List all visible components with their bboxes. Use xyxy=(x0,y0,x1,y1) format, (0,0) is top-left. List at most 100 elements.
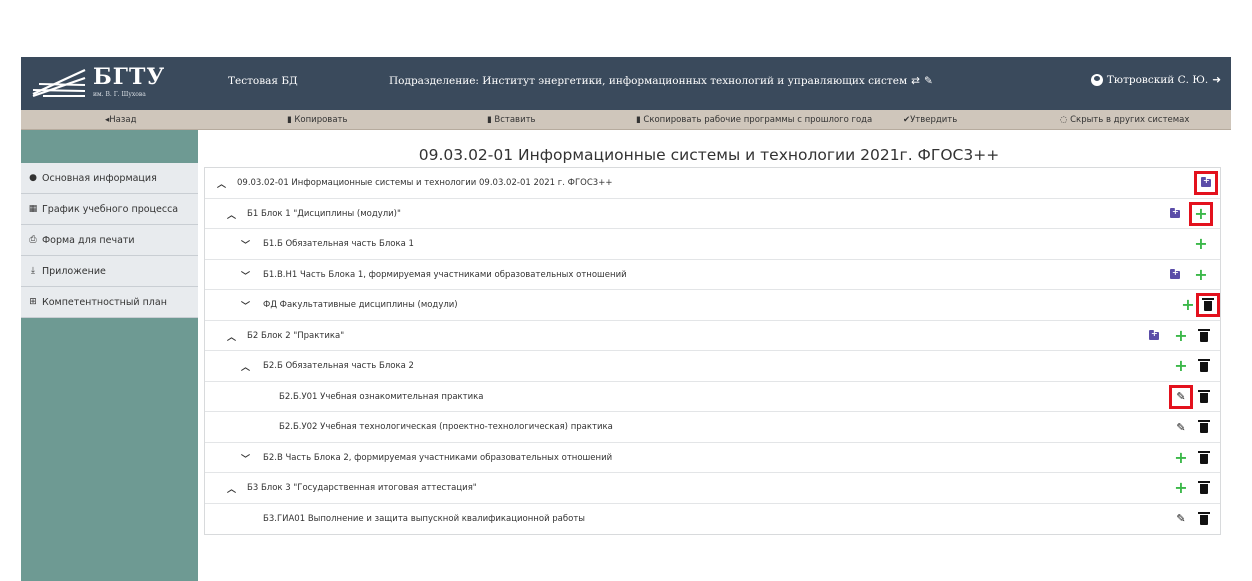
plus-icon: + xyxy=(1174,447,1188,467)
add-button[interactable]: + xyxy=(1174,447,1188,467)
swap-icon[interactable]: ⇄ xyxy=(911,75,920,87)
add-folder-button[interactable] xyxy=(1168,268,1182,282)
download-icon: ⤓ xyxy=(31,266,35,276)
table-icon: ⊞ xyxy=(29,297,37,307)
plus-icon: + xyxy=(1194,203,1208,223)
curriculum-tree: ︿ 09.03.02-01 Информационные системы и т… xyxy=(204,167,1221,535)
add-button[interactable]: + xyxy=(1194,266,1208,282)
app-window: БГТУ им. В. Г. Шухова Тестовая БД Подраз… xyxy=(21,57,1231,581)
chevron-up-icon[interactable]: ︿ xyxy=(217,177,226,190)
tree-row: ﹀ Б1.В.Н1 Часть Блока 1, формируемая уча… xyxy=(205,260,1220,290)
pencil-icon[interactable]: ✎ xyxy=(924,75,933,87)
add-button[interactable]: + xyxy=(1174,480,1188,496)
delete-button[interactable] xyxy=(1197,420,1211,434)
delete-button[interactable] xyxy=(1197,481,1211,495)
sidebar-item-competence-plan[interactable]: ⊞ Компетентностный план xyxy=(21,287,198,318)
tree-row: ︿ Б2 Блок 2 "Практика" + xyxy=(205,321,1220,351)
top-navbar: БГТУ им. В. Г. Шухова Тестовая БД Подраз… xyxy=(21,57,1231,110)
folder-plus-icon xyxy=(1170,268,1180,279)
add-button[interactable]: + xyxy=(1174,356,1188,375)
tree-row: ﹀ Б2.В Часть Блока 2, формируемая участн… xyxy=(205,443,1220,473)
pencil-icon: ✎ xyxy=(1176,390,1186,403)
tree-row-label: ФД Факультативные дисциплины (модули) xyxy=(263,300,458,310)
back-button[interactable]: ◂Назад xyxy=(105,115,136,125)
plus-icon: + xyxy=(1174,356,1188,375)
printer-icon: ⎙ xyxy=(29,235,37,245)
tree-row-label: 09.03.02-01 Информационные системы и тех… xyxy=(237,178,613,188)
edit-button[interactable]: ✎ xyxy=(1174,512,1188,526)
user-menu[interactable]: Тютровский С. Ю. ➜ xyxy=(1090,74,1221,86)
sidebar-item-label: Основная информация xyxy=(42,172,157,184)
chevron-down-icon[interactable]: ﹀ xyxy=(241,269,250,282)
plus-icon: + xyxy=(1194,234,1208,253)
chevron-up-icon[interactable]: ︿ xyxy=(227,208,236,221)
logo-name: БГТУ xyxy=(93,64,166,90)
tree-row-label: Б1.Б Обязательная часть Блока 1 xyxy=(263,239,414,249)
logo[interactable]: БГТУ им. В. Г. Шухова xyxy=(31,64,171,104)
tree-row: ︿ Б2.Б Обязательная часть Блока 2 + xyxy=(205,351,1220,382)
tree-row: ︿ Б1 Блок 1 "Дисциплины (модули)" + xyxy=(205,199,1220,229)
delete-button[interactable] xyxy=(1197,389,1211,404)
add-button[interactable]: + xyxy=(1189,201,1213,226)
delete-button[interactable] xyxy=(1197,328,1211,343)
add-folder-button[interactable] xyxy=(1147,329,1161,343)
add-button[interactable]: + xyxy=(1174,327,1188,343)
user-name: Тютровский С. Ю. xyxy=(1106,74,1209,86)
tree-row: Б2.Б.У01 Учебная ознакомительная практик… xyxy=(205,382,1220,412)
eye-slash-icon: ◌ xyxy=(1060,115,1071,125)
sidebar-item-label: Форма для печати xyxy=(42,234,135,246)
tree-row: ﹀ ФД Факультативные дисциплины (модули) … xyxy=(205,290,1220,321)
folder-plus-icon xyxy=(1170,207,1180,218)
tree-row: ﹀ Б1.Б Обязательная часть Блока 1 + xyxy=(205,229,1220,260)
approve-label: Утвердить xyxy=(910,115,958,125)
approve-button[interactable]: ✔Утвердить xyxy=(903,115,957,125)
logo-subtitle: им. В. Г. Шухова xyxy=(93,91,146,98)
edit-button[interactable]: ✎ xyxy=(1174,420,1188,434)
add-folder-button[interactable] xyxy=(1168,207,1182,221)
trash-icon xyxy=(1198,511,1210,525)
chevron-up-icon[interactable]: ︿ xyxy=(227,330,236,343)
trash-icon xyxy=(1202,298,1214,311)
tree-row-label: Б3.ГИА01 Выполнение и защита выпускной к… xyxy=(263,513,585,524)
info-circle-icon: ● xyxy=(29,173,37,183)
tree-row: Б2.Б.У02 Учебная технологическая (проект… xyxy=(205,412,1220,443)
copy-label: Копировать xyxy=(294,115,348,125)
sidebar-nav: ● Основная информация ▦ График учебного … xyxy=(21,163,198,318)
delete-button[interactable] xyxy=(1197,450,1211,465)
paste-button[interactable]: ▮ Вставить xyxy=(487,115,536,125)
trash-icon xyxy=(1198,389,1210,403)
user-circle-icon xyxy=(1090,74,1103,86)
delete-button[interactable] xyxy=(1197,359,1211,373)
add-folder-button[interactable] xyxy=(1194,171,1218,195)
logo-lines-icon xyxy=(32,69,86,98)
tree-row: Б3.ГИА01 Выполнение и защита выпускной к… xyxy=(205,504,1220,535)
logout-icon[interactable]: ➜ xyxy=(1212,74,1221,86)
tree-row: ︿ Б3 Блок 3 "Государственная итоговая ат… xyxy=(205,473,1220,504)
database-name[interactable]: Тестовая БД xyxy=(228,75,298,87)
edit-button[interactable]: ✎ xyxy=(1169,384,1193,409)
hide-button[interactable]: ◌ Скрыть в других системах xyxy=(1060,115,1189,125)
add-button[interactable]: + xyxy=(1194,234,1208,253)
chevron-up-icon[interactable]: ︿ xyxy=(241,360,250,373)
sidebar-item-appendix[interactable]: ⤓ Приложение xyxy=(21,256,198,287)
sidebar-item-schedule[interactable]: ▦ График учебного процесса xyxy=(21,194,198,225)
sidebar-item-label: График учебного процесса xyxy=(42,203,179,215)
tree-row-label: Б2.Б.У01 Учебная ознакомительная практик… xyxy=(279,391,484,402)
pencil-icon: ✎ xyxy=(1176,420,1186,434)
chevron-up-icon[interactable]: ︿ xyxy=(227,482,236,495)
tree-row-label: Б2.Б Обязательная часть Блока 2 xyxy=(263,361,414,371)
chevron-down-icon[interactable]: ﹀ xyxy=(241,238,250,251)
delete-button[interactable] xyxy=(1197,511,1211,526)
trash-icon xyxy=(1198,359,1210,372)
copy-button[interactable]: ▮ Копировать xyxy=(287,115,347,125)
copy-programs-button[interactable]: ▮ Скопировать рабочие программы с прошло… xyxy=(636,115,872,125)
chevron-down-icon[interactable]: ﹀ xyxy=(241,452,250,465)
page-title: 09.03.02-01 Информационные системы и тех… xyxy=(418,146,1000,164)
chevron-down-icon[interactable]: ﹀ xyxy=(241,299,250,312)
trash-icon xyxy=(1198,481,1210,494)
delete-button[interactable] xyxy=(1196,293,1220,317)
add-button[interactable]: + xyxy=(1181,297,1195,313)
sidebar-item-main-info[interactable]: ● Основная информация xyxy=(21,163,198,194)
division-selector[interactable]: Подразделение: Институт энергетики, инфо… xyxy=(389,75,933,87)
sidebar-item-print-form[interactable]: ⎙ Форма для печати xyxy=(21,225,198,256)
